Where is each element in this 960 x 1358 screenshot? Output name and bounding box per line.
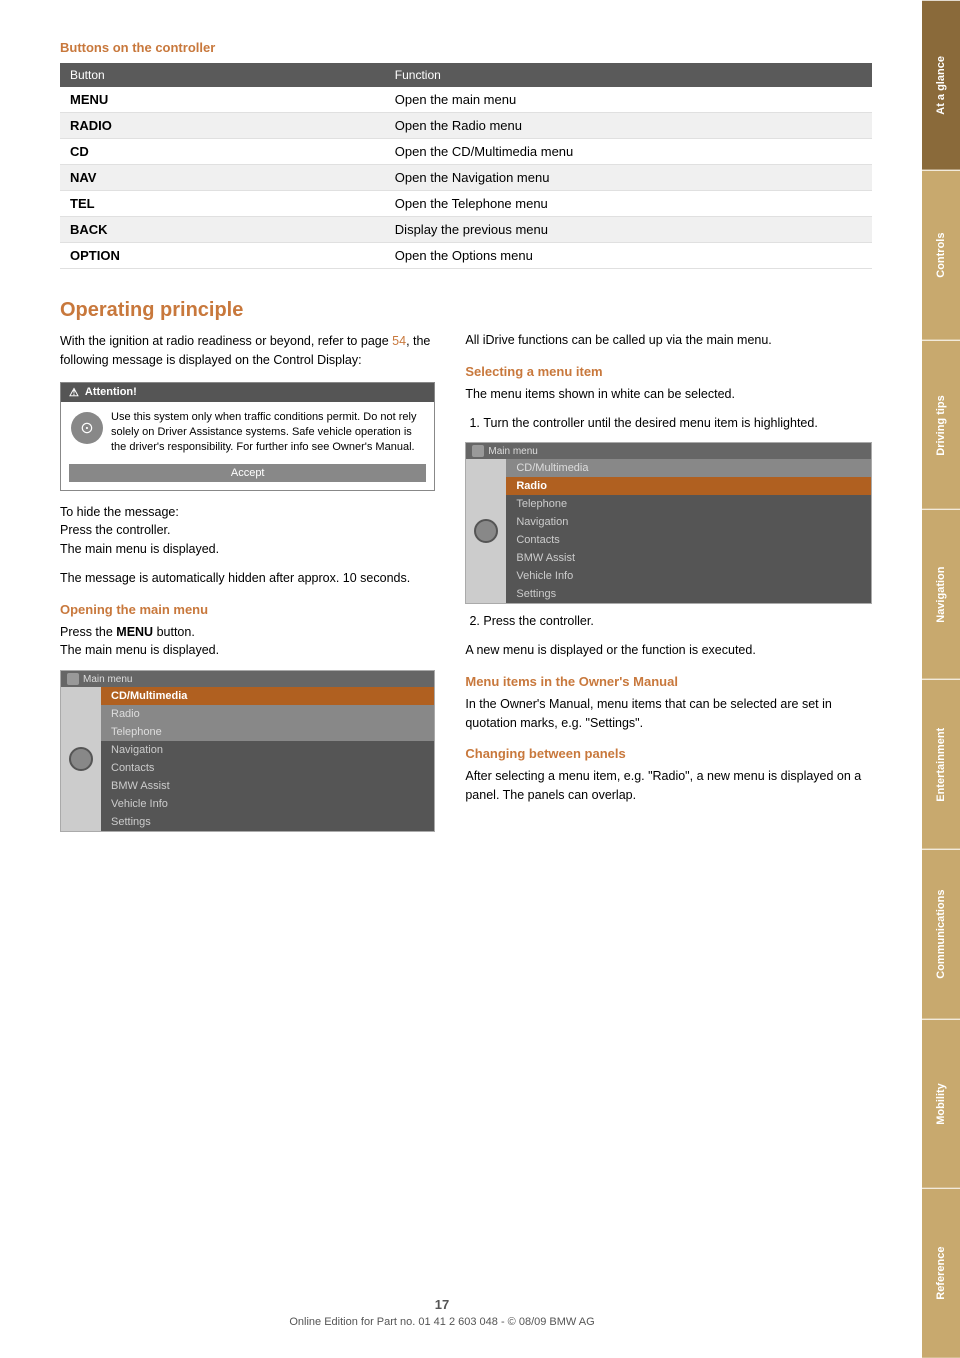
sidebar-tab-controls[interactable]: Controls bbox=[922, 170, 960, 340]
main-content: Buttons on the controller Button Functio… bbox=[0, 0, 922, 1358]
button-name: CD bbox=[60, 139, 385, 165]
button-name: RADIO bbox=[60, 113, 385, 139]
list-item: BMW Assist bbox=[101, 777, 434, 795]
button-function: Open the Options menu bbox=[385, 243, 872, 269]
sidebar-tab-reference[interactable]: Reference bbox=[922, 1188, 960, 1358]
sidebar-tab-at-a-glance[interactable]: At a glance bbox=[922, 0, 960, 170]
changing-panels-text: After selecting a menu item, e.g. "Radio… bbox=[465, 767, 872, 805]
list-item: CD/Multimedia bbox=[506, 459, 871, 477]
menu-items-right: CD/MultimediaRadioTelephoneNavigationCon… bbox=[506, 459, 871, 603]
sidebar: At a glance Controls Driving tips Naviga… bbox=[922, 0, 960, 1358]
right-intro-text: All iDrive functions can be called up vi… bbox=[465, 331, 872, 350]
menu-body-right: CD/MultimediaRadioTelephoneNavigationCon… bbox=[466, 459, 871, 603]
knob-area-left bbox=[61, 687, 101, 831]
page-link[interactable]: 54 bbox=[392, 334, 406, 348]
right-column: All iDrive functions can be called up vi… bbox=[465, 299, 872, 840]
attention-icon-small: ⚠ bbox=[69, 386, 79, 399]
menu-icon-right bbox=[472, 445, 484, 457]
button-function: Open the Navigation menu bbox=[385, 165, 872, 191]
list-item: Radio bbox=[506, 477, 871, 495]
hide-message-text: To hide the message: Press the controlle… bbox=[60, 503, 435, 559]
list-item: Navigation bbox=[506, 513, 871, 531]
button-name: MENU bbox=[60, 87, 385, 113]
sidebar-tab-driving-tips[interactable]: Driving tips bbox=[922, 340, 960, 510]
attention-body: ⊙ Use this system only when traffic cond… bbox=[61, 402, 434, 464]
list-item: BMW Assist bbox=[506, 549, 871, 567]
list-item: Vehicle Info bbox=[101, 795, 434, 813]
opening-main-menu-heading: Opening the main menu bbox=[60, 602, 435, 617]
operating-principle-section: Operating principle With the ignition at… bbox=[60, 299, 872, 840]
table-row: BACKDisplay the previous menu bbox=[60, 217, 872, 243]
list-item: Vehicle Info bbox=[506, 567, 871, 585]
buttons-section: Buttons on the controller Button Functio… bbox=[60, 40, 872, 269]
table-row: NAVOpen the Navigation menu bbox=[60, 165, 872, 191]
attention-box: ⚠ Attention! ⊙ Use this system only when… bbox=[60, 382, 435, 491]
opening-main-menu-text: Press the MENU button.The main menu is d… bbox=[60, 623, 435, 661]
owners-manual-heading: Menu items in the Owner's Manual bbox=[465, 674, 872, 689]
owners-manual-text: In the Owner's Manual, menu items that c… bbox=[465, 695, 872, 733]
table-row: RADIOOpen the Radio menu bbox=[60, 113, 872, 139]
changing-panels-heading: Changing between panels bbox=[465, 746, 872, 761]
sidebar-tab-communications[interactable]: Communications bbox=[922, 849, 960, 1019]
page-footer: 17 Online Edition for Part no. 01 41 2 6… bbox=[0, 1297, 884, 1328]
page-number: 17 bbox=[0, 1297, 884, 1312]
list-item: Telephone bbox=[506, 495, 871, 513]
menu-body-left: CD/MultimediaRadioTelephoneNavigationCon… bbox=[61, 687, 434, 831]
button-function: Open the Radio menu bbox=[385, 113, 872, 139]
list-item: Telephone bbox=[101, 723, 434, 741]
button-name: BACK bbox=[60, 217, 385, 243]
footer-text: Online Edition for Part no. 01 41 2 603 … bbox=[0, 1316, 884, 1328]
controller-knob-right bbox=[474, 519, 498, 543]
step-2: Press the controller. bbox=[483, 612, 872, 631]
knob-area-right bbox=[466, 459, 506, 603]
list-item: Contacts bbox=[101, 759, 434, 777]
list-item: Settings bbox=[101, 813, 434, 831]
button-name: NAV bbox=[60, 165, 385, 191]
menu-mockup-right: Main menu CD/MultimediaRadioTelephoneNav… bbox=[465, 442, 872, 604]
table-row: CDOpen the CD/Multimedia menu bbox=[60, 139, 872, 165]
auto-hide-text: The message is automatically hidden afte… bbox=[60, 569, 435, 588]
list-item: Contacts bbox=[506, 531, 871, 549]
steps-list: Turn the controller until the desired me… bbox=[465, 414, 872, 433]
selecting-text: The menu items shown in white can be sel… bbox=[465, 385, 872, 404]
list-item: Settings bbox=[506, 585, 871, 603]
button-name: TEL bbox=[60, 191, 385, 217]
button-name: OPTION bbox=[60, 243, 385, 269]
controller-icon: ⊙ bbox=[71, 412, 103, 444]
operating-principle-title: Operating principle bbox=[60, 299, 435, 322]
step-1: Turn the controller until the desired me… bbox=[483, 414, 872, 433]
left-column: Operating principle With the ignition at… bbox=[60, 299, 435, 840]
col-header-function: Function bbox=[385, 63, 872, 87]
steps-list-2: Press the controller. bbox=[465, 612, 872, 631]
list-item: CD/Multimedia bbox=[101, 687, 434, 705]
button-function: Open the main menu bbox=[385, 87, 872, 113]
button-function: Open the CD/Multimedia menu bbox=[385, 139, 872, 165]
list-item: Navigation bbox=[101, 741, 434, 759]
sidebar-tab-entertainment[interactable]: Entertainment bbox=[922, 679, 960, 849]
selecting-heading: Selecting a menu item bbox=[465, 364, 872, 379]
sidebar-tab-mobility[interactable]: Mobility bbox=[922, 1019, 960, 1189]
buttons-table: Button Function MENUOpen the main menuRA… bbox=[60, 63, 872, 269]
accept-button[interactable]: Accept bbox=[69, 464, 426, 482]
step2-result: A new menu is displayed or the function … bbox=[465, 641, 872, 660]
attention-text: Use this system only when traffic condit… bbox=[111, 410, 424, 456]
sidebar-tab-navigation[interactable]: Navigation bbox=[922, 509, 960, 679]
buttons-section-title: Buttons on the controller bbox=[60, 40, 872, 55]
button-function: Open the Telephone menu bbox=[385, 191, 872, 217]
intro-text: With the ignition at radio readiness or … bbox=[60, 332, 435, 370]
button-function: Display the previous menu bbox=[385, 217, 872, 243]
list-item: Radio bbox=[101, 705, 434, 723]
controller-knob-left bbox=[69, 747, 93, 771]
menu-titlebar-right: Main menu bbox=[466, 443, 871, 459]
table-row: MENUOpen the main menu bbox=[60, 87, 872, 113]
attention-header: ⚠ Attention! bbox=[61, 383, 434, 402]
menu-items-left: CD/MultimediaRadioTelephoneNavigationCon… bbox=[101, 687, 434, 831]
col-header-button: Button bbox=[60, 63, 385, 87]
menu-titlebar-left: Main menu bbox=[61, 671, 434, 687]
menu-mockup-left: Main menu CD/MultimediaRadioTelephoneNav… bbox=[60, 670, 435, 832]
menu-icon bbox=[67, 673, 79, 685]
table-row: OPTIONOpen the Options menu bbox=[60, 243, 872, 269]
table-row: TELOpen the Telephone menu bbox=[60, 191, 872, 217]
